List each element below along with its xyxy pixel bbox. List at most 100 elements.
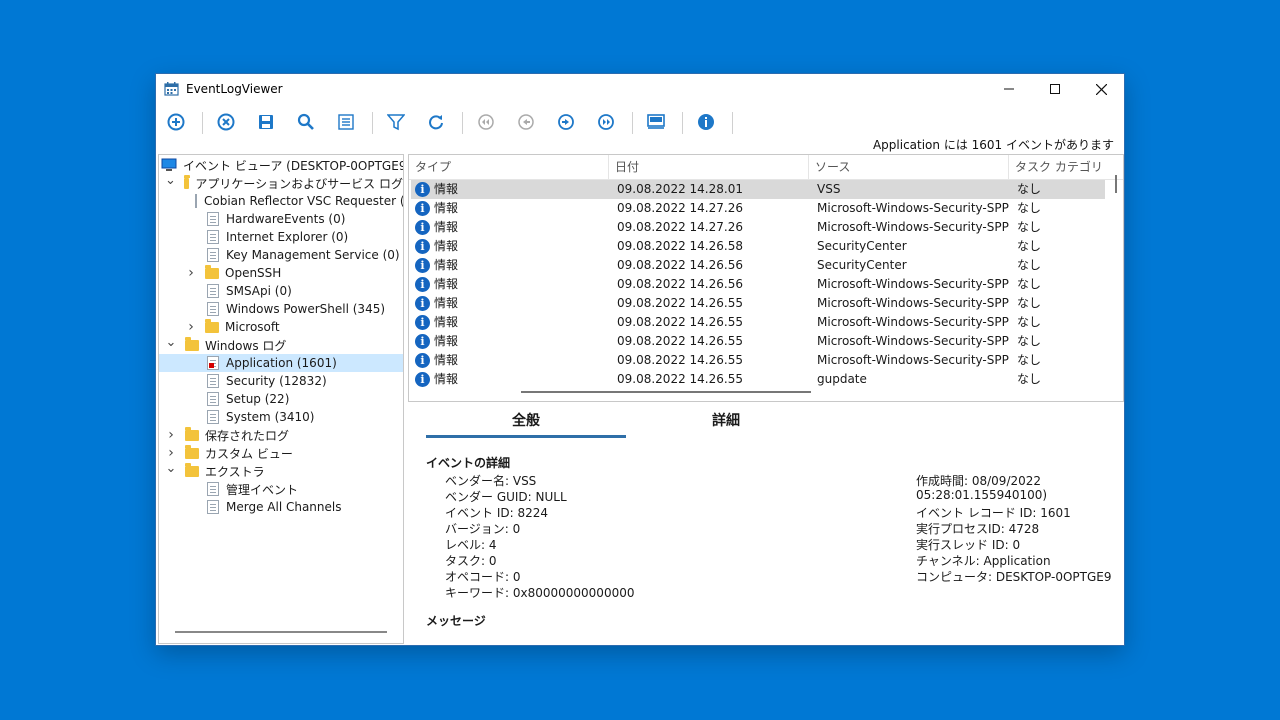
floppy-disk-icon [259, 115, 273, 129]
tree-item[interactable]: System (3410) [159, 408, 403, 426]
tree-item[interactable]: イベント ビューア (DESKTOP-0OPTGE9) [159, 156, 403, 174]
last-button[interactable] [594, 110, 618, 134]
event-source: Microsoft-Windows-Security-SPP [817, 315, 1009, 329]
chevron-right-icon[interactable]: › [185, 319, 197, 335]
chevron-down-icon[interactable]: ⌄ [165, 461, 177, 476]
tree-item[interactable]: › Microsoft [159, 318, 403, 336]
event-type: i 情報 [415, 370, 458, 389]
list-view-button[interactable] [334, 110, 358, 134]
event-source: Microsoft-Windows-Security-SPP [817, 277, 1009, 291]
tree-item-label: SMSApi (0) [226, 284, 292, 298]
event-row[interactable]: i 情報 09.08.2022 14.28.01 VSS なし [411, 180, 1105, 199]
event-row[interactable]: i 情報 09.08.2022 14.26.55 Microsoft-Windows-… [411, 332, 1105, 351]
detail-field: ベンダー GUID: NULL [445, 490, 567, 504]
tree-item-label: Key Management Service (0) [226, 248, 400, 262]
tree-item[interactable]: Windows PowerShell (345) [159, 300, 403, 318]
event-row[interactable]: i 情報 09.08.2022 14.26.55 Microsoft-Windows-… [411, 294, 1105, 313]
tree-item-label: System (3410) [226, 410, 315, 424]
monitor-icon [647, 114, 665, 129]
tree-item[interactable]: Setup (22) [159, 390, 403, 408]
list-horizontal-scrollbar[interactable] [521, 391, 811, 393]
folder-icon [185, 336, 199, 351]
chevron-down-icon[interactable]: ⌄ [165, 173, 176, 188]
tree-item[interactable]: SMSApi (0) [159, 282, 403, 300]
tree-item[interactable]: › 保存されたログ [159, 426, 403, 444]
log-file-icon [207, 500, 219, 514]
clear-button[interactable] [214, 110, 238, 134]
tree-item[interactable]: ⌄ エクストラ [159, 461, 403, 480]
log-file-icon [207, 230, 219, 244]
active-tab-indicator [426, 435, 626, 438]
tree-item[interactable]: 管理イベント [159, 480, 403, 498]
previous-icon [518, 114, 534, 130]
next-button[interactable] [554, 110, 578, 134]
toolbar [156, 108, 1124, 136]
event-date: 09.08.2022 14.26.55 [617, 296, 743, 310]
log-file-icon [207, 356, 219, 370]
tab-details[interactable]: 詳細 [626, 410, 826, 430]
tree-item[interactable]: Key Management Service (0) [159, 246, 403, 264]
event-category: なし [1017, 296, 1042, 310]
event-row[interactable]: i 情報 09.08.2022 14.26.55 Microsoft-Windows-… [411, 313, 1105, 332]
filter-button[interactable] [384, 110, 408, 134]
search-button[interactable] [294, 110, 318, 134]
tree-item-label: OpenSSH [225, 266, 282, 280]
tree-item-label: カスタム ビュー [205, 446, 293, 461]
computer-button[interactable] [644, 110, 668, 134]
column-header-category[interactable]: タスク カテゴリ [1009, 155, 1123, 179]
first-button[interactable] [474, 110, 498, 134]
log-file-icon [207, 248, 219, 262]
last-icon [598, 114, 614, 130]
previous-button[interactable] [514, 110, 538, 134]
tree-item[interactable]: Merge All Channels [159, 498, 403, 516]
refresh-button[interactable] [424, 110, 448, 134]
tree-item[interactable]: Security (12832) [159, 372, 403, 390]
maximize-button[interactable] [1032, 74, 1078, 104]
log-file-icon [207, 374, 219, 388]
tree-item[interactable]: HardwareEvents (0) [159, 210, 403, 228]
chevron-right-icon[interactable]: › [165, 427, 177, 443]
event-row[interactable]: i 情報 09.08.2022 14.26.56 SecurityCenter なし [411, 256, 1105, 275]
event-row[interactable]: i 情報 09.08.2022 14.26.55 Microsoft-Windows-… [411, 351, 1105, 370]
event-source: VSS [817, 182, 841, 196]
chevron-right-icon[interactable]: › [185, 265, 197, 281]
save-button[interactable] [254, 110, 278, 134]
column-header-type[interactable]: タイプ [409, 155, 609, 179]
event-category: なし [1017, 372, 1042, 386]
column-header-date[interactable]: 日付 [609, 155, 809, 179]
tab-general[interactable]: 全般 [426, 410, 626, 430]
minimize-button[interactable] [986, 74, 1032, 104]
close-button[interactable] [1078, 74, 1124, 104]
event-date: 09.08.2022 14.26.55 [617, 353, 743, 367]
event-row[interactable]: i 情報 09.08.2022 14.26.58 SecurityCenter なし [411, 237, 1105, 256]
column-header-source[interactable]: ソース [809, 155, 1009, 179]
event-row[interactable]: i 情報 09.08.2022 14.26.55 gupdate なし [411, 370, 1105, 389]
tree-item[interactable]: ⌄ アプリケーションおよびサービス ログ [159, 173, 403, 192]
tree-horizontal-scrollbar[interactable] [175, 631, 387, 633]
event-row[interactable]: i 情報 09.08.2022 14.27.26 Microsoft-Windows-… [411, 199, 1105, 218]
event-row[interactable]: i 情報 09.08.2022 14.27.26 Microsoft-Windows-… [411, 218, 1105, 237]
tree-item[interactable]: ⌄ Windows ログ [159, 335, 403, 354]
event-type: i 情報 [415, 237, 458, 256]
tree-item[interactable]: Cobian Reflector VSC Requester (8) [159, 192, 403, 210]
tree-item[interactable]: › OpenSSH [159, 264, 403, 282]
tree-item[interactable]: › カスタム ビュー [159, 444, 403, 462]
filter-icon [387, 114, 405, 131]
chevron-down-icon[interactable]: ⌄ [165, 335, 177, 350]
folder-icon [205, 318, 219, 333]
title-bar: EventLogViewer [156, 74, 1124, 104]
event-row[interactable]: i 情報 09.08.2022 14.26.56 Microsoft-Windows-… [411, 275, 1105, 294]
tree-item-label: 管理イベント [226, 482, 299, 497]
next-icon [558, 114, 574, 130]
tree-item[interactable]: Application (1601) [159, 354, 403, 372]
tree-item[interactable]: Internet Explorer (0) [159, 228, 403, 246]
about-button[interactable] [694, 110, 718, 134]
list-vertical-scrollbar[interactable] [1115, 175, 1117, 193]
tree-item-label: Merge All Channels [226, 500, 342, 514]
chevron-right-icon[interactable]: › [165, 445, 177, 461]
event-category: なし [1017, 220, 1042, 234]
add-button[interactable] [164, 110, 188, 134]
detail-field: イベント レコード ID: 1601 [916, 506, 1071, 520]
first-icon [478, 114, 494, 130]
event-type-label: 情報 [434, 372, 459, 386]
